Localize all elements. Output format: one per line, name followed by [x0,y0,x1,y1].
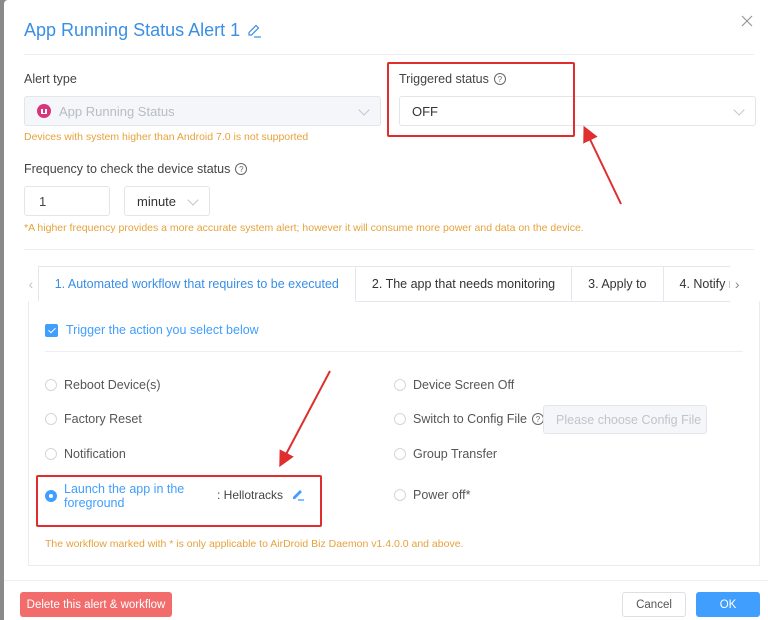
radio-button[interactable] [394,413,406,425]
dialog-header: App Running Status Alert 1 [24,20,262,41]
alert-type-label: Alert type [24,72,77,86]
trigger-checkbox-row[interactable]: Trigger the action you select below [45,323,259,337]
chevron-down-icon [733,104,745,116]
trigger-checkbox-label: Trigger the action you select below [66,323,259,337]
frequency-value: 1 [39,193,47,209]
frequency-label-text: Frequency to check the device status [24,162,231,176]
chevron-left-icon[interactable]: ‹ [24,266,38,302]
close-icon[interactable] [740,14,754,28]
alert-type-value: App Running Status [59,103,175,119]
radio-button[interactable] [45,448,57,460]
frequency-hint: *A higher frequency provides a more accu… [24,222,584,234]
workflow-note: The workflow marked with * is only appli… [45,538,464,550]
alert-type-select[interactable]: App Running Status [24,96,381,126]
tab-apply-to[interactable]: 3. Apply to [572,266,664,302]
edit-pencil-icon[interactable] [291,487,305,501]
triggered-status-select[interactable]: OFF [399,96,756,126]
section-divider [24,249,754,250]
footer-divider [4,580,768,581]
trigger-checkbox[interactable] [45,323,58,337]
question-icon[interactable]: ? [235,163,248,175]
option-factory-reset[interactable]: Factory Reset [45,412,142,426]
radio-button[interactable] [394,489,406,501]
option-label: Power off* [413,488,471,502]
option-label: Notification [64,447,126,461]
option-label: Reboot Device(s) [64,378,161,392]
radio-button-selected[interactable] [45,490,57,502]
tab-app-monitoring[interactable]: 2. The app that needs monitoring [355,266,573,302]
option-device-screen-off[interactable]: Device Screen Off [394,378,514,392]
question-icon[interactable]: ? [493,73,506,85]
config-file-placeholder: Please choose Config File [556,412,702,427]
option-power-off[interactable]: Power off* [394,488,470,502]
option-label: Device Screen Off [413,378,515,392]
workflow-tabs: ‹ 1. Automated workflow that requires to… [24,266,744,302]
annotation-arrow-1 [583,125,622,205]
panel-divider [45,351,743,352]
frequency-label: Frequency to check the device status ? [24,162,248,176]
chevron-down-icon [187,194,199,206]
radio-button[interactable] [394,379,406,391]
header-divider [24,54,754,55]
app-status-icon [37,104,51,118]
radio-button[interactable] [45,413,57,425]
tab-automated-workflow[interactable]: 1. Automated workflow that requires to b… [37,266,356,302]
triggered-status-value: OFF [412,103,438,119]
option-group-transfer[interactable]: Group Transfer [394,447,497,461]
dialog-title: App Running Status Alert 1 [24,20,241,40]
option-launch-app-foreground[interactable]: Launch the app in the foreground [45,482,194,510]
radio-button[interactable] [45,379,57,391]
cancel-button[interactable]: Cancel [622,592,686,617]
frequency-unit-value: minute [137,193,177,209]
triggered-status-label: Triggered status ? [399,72,506,86]
radio-button[interactable] [394,448,406,460]
delete-alert-button[interactable]: Delete this alert & workflow [20,592,172,617]
tab-notify-me[interactable]: 4. Notify me when [663,266,731,302]
ok-button[interactable]: OK [696,592,760,617]
option-label: Group Transfer [413,447,498,461]
option-switch-config-file[interactable]: Switch to Config File ? [394,412,544,426]
selected-app-name: : Hellotracks [217,488,284,502]
chevron-down-icon [358,104,370,116]
option-label: Switch to Config File [413,412,527,426]
alert-type-label-text: Alert type [24,72,77,86]
pencil-icon[interactable] [246,23,262,39]
config-file-select[interactable]: Please choose Config File [543,405,707,434]
option-label: Launch the app in the foreground [64,482,185,510]
alert-type-hint: Devices with system higher than Android … [24,131,309,143]
option-notification[interactable]: Notification [45,447,126,461]
option-reboot-devices[interactable]: Reboot Device(s) [45,378,161,392]
option-label: Factory Reset [64,412,142,426]
frequency-unit-select[interactable]: minute [124,186,210,216]
alert-dialog: App Running Status Alert 1 Alert type Ap… [4,0,768,620]
workflow-panel: Trigger the action you select below Rebo… [28,301,760,566]
frequency-value-input[interactable]: 1 [24,186,110,216]
chevron-right-icon[interactable]: › [730,266,744,302]
triggered-status-label-text: Triggered status [399,72,489,86]
